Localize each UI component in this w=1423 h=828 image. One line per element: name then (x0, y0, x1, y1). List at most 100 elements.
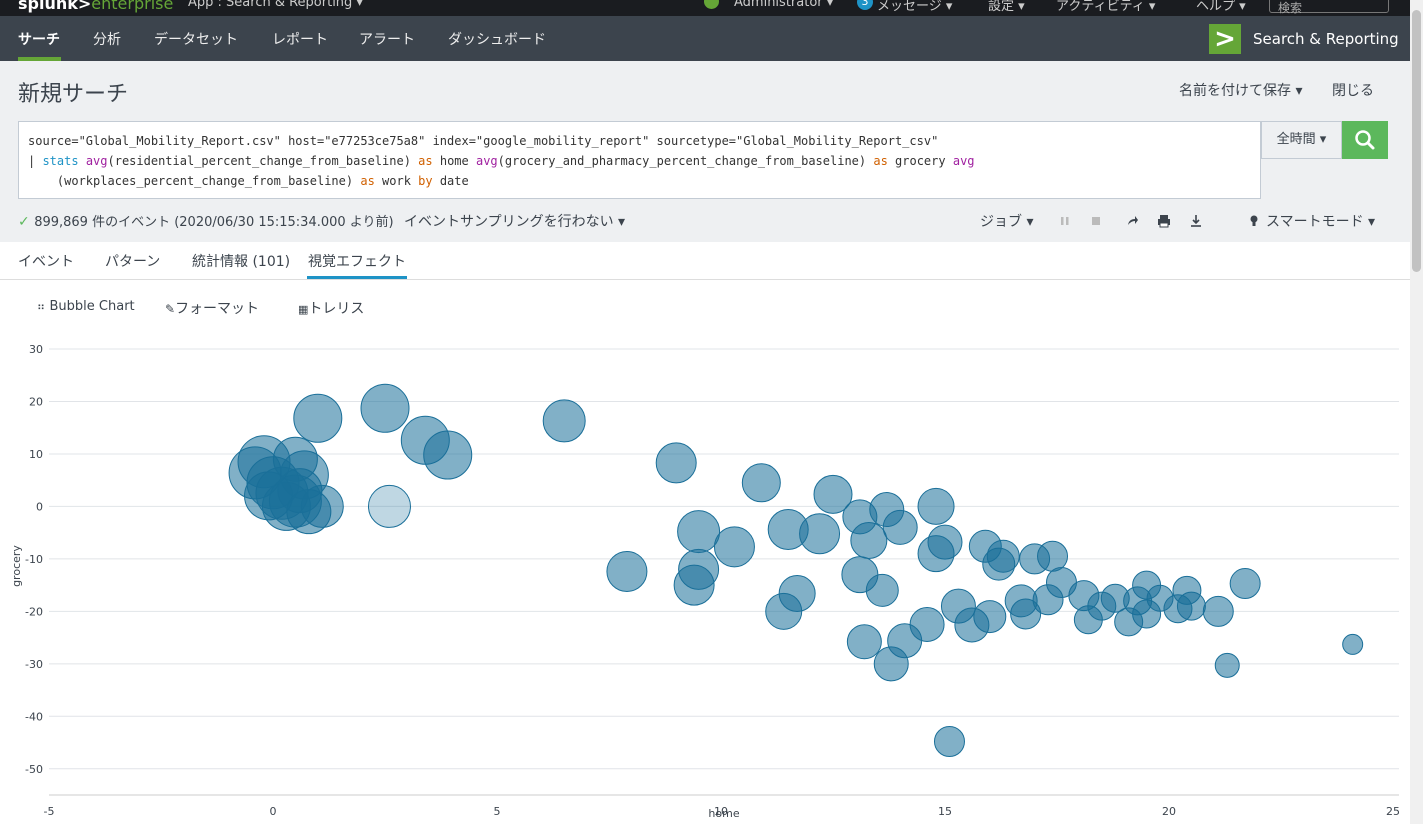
y-tick-label: 20 (29, 395, 43, 408)
nav-dashboards[interactable]: ダッシュボード (448, 29, 546, 49)
user-menu[interactable]: Administrator ▾ (734, 0, 833, 10)
bubble (1037, 540, 1069, 572)
bubble (1202, 595, 1234, 627)
save-as-button[interactable]: 名前を付けて保存 ▾ (1179, 80, 1302, 100)
y-tick-label: -30 (25, 658, 43, 671)
app-name[interactable]: Search & Reporting (1253, 30, 1399, 48)
bubble (293, 393, 343, 443)
x-tick-label: 15 (938, 805, 952, 818)
global-header: splunk>enterprise App : Search & Reporti… (0, 0, 1410, 16)
y-tick-label: -50 (25, 763, 43, 776)
bubble (741, 463, 781, 503)
bubble (933, 725, 965, 757)
results-tabs: イベント パターン 統計情報 (101) 視覚エフェクト (0, 242, 1410, 280)
check-icon: ✓ (18, 214, 30, 230)
search-panel: 新規サーチ 名前を付けて保存 ▾ 閉じる source="Global_Mobi… (0, 61, 1410, 242)
y-tick-label: -20 (25, 605, 43, 618)
stop-icon[interactable] (1089, 214, 1103, 228)
nav-alerts[interactable]: アラート (359, 29, 415, 49)
tab-visualization[interactable]: 視覚エフェクト (308, 251, 406, 271)
active-tab-indicator (307, 276, 407, 279)
y-tick-label: 30 (29, 343, 43, 356)
job-menu[interactable]: ジョブ ▾ (980, 211, 1033, 231)
x-tick-label: 5 (494, 805, 501, 818)
sampling-menu[interactable]: イベントサンプリングを行わない ▾ (404, 211, 625, 231)
search-button[interactable] (1342, 121, 1388, 159)
x-tick-label: 25 (1386, 805, 1400, 818)
app-navigation: サーチ 分析 データセット レポート アラート ダッシュボード > Search… (0, 16, 1410, 61)
x-axis-label: home (708, 807, 739, 820)
bubble (846, 624, 882, 660)
bubble (367, 484, 411, 528)
bubble (917, 487, 955, 525)
search-icon (1355, 130, 1375, 150)
page-scrollbar-thumb[interactable] (1412, 10, 1421, 272)
bubble (927, 524, 963, 560)
splunk-logo[interactable]: splunk>enterprise (18, 0, 173, 13)
nav-reports[interactable]: レポート (272, 29, 328, 49)
bubble (542, 399, 586, 443)
x-tick-label: 0 (270, 805, 277, 818)
job-status-row: ✓ 899,869 件のイベント (2020/06/30 15:15:34.00… (18, 211, 1398, 231)
nav-datasets[interactable]: データセット (154, 29, 238, 49)
format-button[interactable]: ✎フォーマット (165, 298, 259, 318)
bubble (277, 468, 323, 514)
app-menu[interactable]: App : Search & Reporting ▾ (188, 0, 363, 10)
tab-statistics[interactable]: 統計情報 (101) (192, 251, 290, 271)
bubble-chart-icon: ⠶ (37, 300, 46, 313)
search-query-input[interactable]: source="Global_Mobility_Report.csv" host… (18, 121, 1261, 199)
bubble (973, 600, 1007, 634)
bubble (882, 509, 918, 545)
bubble (909, 606, 945, 642)
share-icon[interactable] (1125, 214, 1139, 228)
x-tick-label: -5 (44, 805, 55, 818)
chart-gridlines (49, 348, 1399, 796)
bubble-chart: 30 20 10 0 -10 -20 -30 -40 -50 -5 0 5 10 15 20 25 home… (0, 330, 1410, 824)
visualization-type-button[interactable]: ⠶ Bubble Chart (37, 298, 135, 314)
y-tick-label: -40 (25, 710, 43, 723)
pencil-icon: ✎ (165, 302, 176, 316)
activity-menu[interactable]: アクティビティ ▾ (1056, 0, 1155, 14)
y-axis-ticks: 30 20 10 0 -10 -20 -30 -40 -50 (25, 343, 43, 776)
nav-search[interactable]: サーチ (18, 29, 60, 49)
y-tick-label: -10 (25, 553, 43, 566)
tab-patterns[interactable]: パターン (105, 251, 160, 271)
y-axis-label: grocery (10, 545, 23, 587)
tab-events[interactable]: イベント (18, 251, 74, 271)
bubble (778, 575, 816, 613)
bubble (360, 383, 410, 433)
settings-menu[interactable]: 設定 ▾ (988, 0, 1025, 14)
bubble (673, 564, 715, 606)
visualization-toolbar: ⠶ Bubble Chart ✎フォーマット ▦トレリス (0, 281, 1410, 331)
y-tick-label: 10 (29, 448, 43, 461)
x-tick-label: 20 (1162, 805, 1176, 818)
search-mode-menu[interactable]: スマートモード ▾ (1266, 211, 1375, 231)
app-logo-icon[interactable]: > (1209, 24, 1241, 54)
bubble (1229, 568, 1261, 600)
nav-analytics[interactable]: 分析 (93, 29, 121, 49)
bubble (1214, 652, 1240, 678)
page-title: 新規サーチ (18, 82, 129, 107)
grid-icon: ▦ (298, 303, 309, 316)
user-status-icon (704, 0, 719, 9)
bubble (713, 526, 755, 568)
lightbulb-icon (1250, 215, 1258, 226)
trellis-button[interactable]: ▦トレリス (298, 298, 364, 318)
bubble (423, 430, 473, 480)
messages-menu[interactable]: メッセージ ▾ (877, 0, 952, 14)
global-search-input[interactable]: 検索 (1269, 0, 1389, 15)
bubble (1176, 591, 1206, 621)
chart-bubbles (228, 383, 1364, 757)
pause-icon[interactable] (1058, 214, 1072, 228)
bubble (606, 550, 648, 592)
print-icon[interactable] (1157, 214, 1171, 228)
event-count: 899,869 件のイベント (2020/06/30 15:15:34.000 … (34, 215, 394, 230)
bubble (986, 539, 1020, 573)
y-tick-label: 0 (36, 500, 43, 513)
time-range-picker[interactable]: 全時間 ▾ (1261, 121, 1342, 159)
close-button[interactable]: 閉じる (1332, 80, 1374, 100)
export-icon[interactable] (1189, 214, 1203, 228)
help-menu[interactable]: ヘルプ ▾ (1196, 0, 1246, 14)
bubble-chart-svg: 3020100-10-20-30-40-50 -5 0 5 10 15 20 25 home… (10, 343, 1400, 820)
bubble (799, 513, 841, 555)
